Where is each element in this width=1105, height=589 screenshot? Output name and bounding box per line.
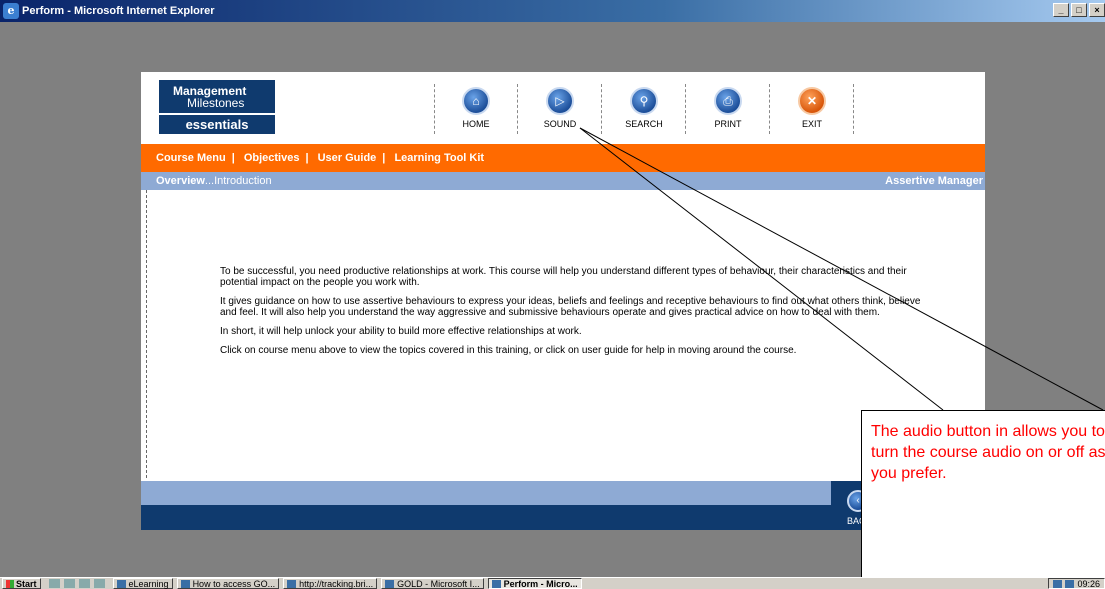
menu-separator: |	[231, 152, 235, 164]
breadcrumb-section: Overview	[156, 175, 205, 187]
quick-launch-icon[interactable]	[63, 579, 75, 588]
print-icon: ⎙	[714, 87, 742, 115]
audio-callout: The audio button in allows you to turn t…	[861, 410, 1105, 580]
course-menu-bar: Course Menu | Objectives | User Guide | Lea…	[141, 144, 985, 172]
exit-button[interactable]: ✕ EXIT	[770, 80, 854, 136]
system-tray: 09:26	[1048, 578, 1105, 589]
start-label: Start	[16, 578, 37, 589]
quick-launch-icon[interactable]	[93, 579, 105, 588]
logo-line-3: essentials	[159, 115, 275, 134]
sound-icon: ▷	[546, 87, 574, 115]
taskbar-item-label: GOLD - Microsoft I...	[397, 578, 480, 589]
tray-icon[interactable]	[1053, 579, 1063, 588]
intro-paragraph-1: To be successful, you need productive re…	[220, 266, 907, 288]
window-controls: _ □ ×	[1051, 3, 1105, 17]
maximize-button[interactable]: □	[1071, 3, 1087, 17]
minimize-button[interactable]: _	[1053, 3, 1069, 17]
menu-user-guide[interactable]: User Guide	[318, 152, 377, 164]
start-button[interactable]: Start	[2, 578, 41, 589]
folder-icon	[116, 579, 126, 588]
menu-learning-tool-kit[interactable]: Learning Tool Kit	[394, 152, 484, 164]
intro-paragraph-2: It gives guidance on how to use assertiv…	[220, 296, 921, 318]
quick-launch-icon[interactable]	[48, 579, 60, 588]
exit-label: EXIT	[801, 119, 822, 129]
word-icon	[180, 579, 190, 588]
course-toolbar: ⌂ HOME ▷ SOUND ⚲ SEARCH ⎙ PRINT ✕ EXIT	[434, 80, 854, 136]
windows-taskbar: Start eLearning How to access GO... http…	[0, 577, 1105, 589]
menu-course-menu[interactable]: Course Menu	[156, 152, 226, 164]
taskbar-item-label: How to access GO...	[192, 578, 276, 589]
breadcrumb-page: ...Introduction	[204, 175, 272, 187]
ie-icon: e	[3, 3, 19, 19]
windows-logo-icon	[6, 579, 14, 588]
taskbar-item-gold[interactable]: GOLD - Microsoft I...	[381, 578, 484, 589]
course-title: Assertive Manager	[885, 175, 983, 187]
content-area: To be successful, you need productive re…	[146, 190, 985, 478]
close-button[interactable]: ×	[1089, 3, 1105, 17]
menu-separator: |	[382, 152, 386, 164]
ie-icon	[385, 579, 395, 588]
tray-icon[interactable]	[1065, 579, 1075, 588]
search-button[interactable]: ⚲ SEARCH	[602, 80, 686, 136]
home-icon: ⌂	[462, 87, 490, 115]
intro-text: To be successful, you need productive re…	[220, 266, 930, 364]
sound-label: SOUND	[543, 119, 577, 129]
taskbar-item-elearning[interactable]: eLearning	[112, 578, 173, 589]
print-label: PRINT	[714, 119, 742, 129]
intro-paragraph-4: Click on course menu above to view the t…	[220, 345, 797, 356]
taskbar-item-label: Perform - Micro...	[503, 578, 578, 589]
clock: 09:26	[1077, 578, 1100, 589]
menu-objectives[interactable]: Objectives	[244, 152, 300, 164]
search-label: SEARCH	[625, 119, 663, 129]
sound-button[interactable]: ▷ SOUND	[518, 80, 602, 136]
logo-line-2: Milestones	[187, 96, 245, 110]
exit-icon: ✕	[798, 87, 826, 115]
course-frame: Management Milestones essentials ⌂ HOME …	[141, 72, 985, 530]
quick-launch-icon[interactable]	[78, 579, 90, 588]
intro-paragraph-3: In short, it will help unlock your abili…	[220, 326, 582, 337]
taskbar-item-word[interactable]: How to access GO...	[176, 578, 280, 589]
ie-icon	[491, 579, 501, 588]
search-icon: ⚲	[630, 87, 658, 115]
home-label: HOME	[462, 119, 490, 129]
window-title-bar[interactable]: e Perform - Microsoft Internet Explorer …	[0, 0, 1105, 22]
taskbar-item-label: http://tracking.bri...	[299, 578, 374, 589]
taskbar-item-tracking[interactable]: http://tracking.bri...	[283, 578, 378, 589]
home-button[interactable]: ⌂ HOME	[434, 80, 518, 136]
window-title: Perform - Microsoft Internet Explorer	[22, 5, 215, 17]
breadcrumb-bar: Overview...Introduction Assertive Manage…	[141, 172, 985, 190]
taskbar-item-label: eLearning	[128, 578, 169, 589]
quick-launch	[48, 579, 109, 588]
menu-separator: |	[305, 152, 309, 164]
management-milestones-logo: Management Milestones essentials	[159, 80, 275, 134]
taskbar-item-perform[interactable]: Perform - Micro...	[487, 578, 582, 589]
print-button[interactable]: ⎙ PRINT	[686, 80, 770, 136]
ie-icon	[287, 579, 297, 588]
